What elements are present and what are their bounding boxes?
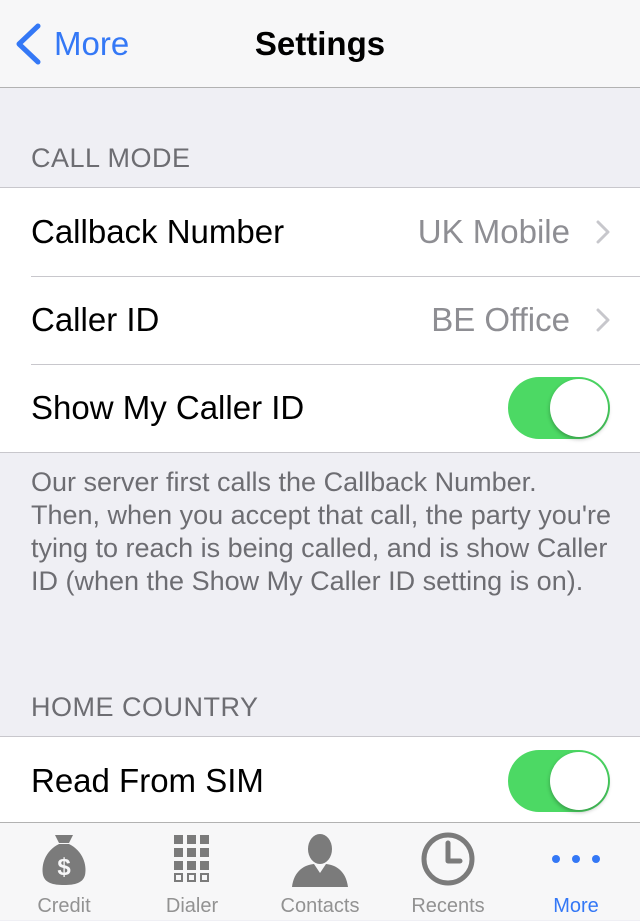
tab-credit[interactable]: $ Credit [0,823,128,921]
chevron-right-icon [596,220,610,244]
home-country-group: Read From SIM [0,736,640,826]
tab-label: Recents [411,895,485,917]
chevron-right-icon [596,308,610,332]
tab-dialer[interactable]: Dialer [128,823,256,921]
keypad-icon [174,835,209,882]
svg-text:$: $ [57,854,71,881]
tab-label: Contacts [280,895,360,917]
chevron-left-icon [16,23,41,65]
section-header-home-country: HOME COUNTRY [31,692,259,722]
toggle-knob [550,752,608,810]
tab-label: Dialer [165,895,219,917]
row-caller-id[interactable]: Caller ID BE Office [0,276,640,364]
row-callback-number[interactable]: Callback Number UK Mobile [0,188,640,276]
row-value: BE Office [431,301,570,338]
row-label: Callback Number [31,213,285,250]
read-from-sim-toggle[interactable] [508,750,610,812]
navigation-bar: More Settings [0,0,640,88]
row-value: UK Mobile [417,213,570,250]
row-label: Read From SIM [31,762,264,799]
clock-icon [421,832,475,886]
row-read-from-sim: Read From SIM [0,737,640,825]
tab-contacts[interactable]: Contacts [256,823,384,921]
row-label: Show My Caller ID [31,389,305,426]
money-bag-icon: $ [42,835,86,885]
tab-label: More [553,895,599,917]
row-label: Caller ID [31,301,160,338]
call-mode-footer-note: Our server first calls the Callback Numb… [31,467,611,596]
tab-more[interactable]: More [512,823,640,921]
tab-label: Credit [37,895,91,917]
more-dots-icon [552,855,600,863]
person-icon [292,834,348,887]
section-header-call-mode: CALL MODE [31,143,191,173]
tab-bar: $ Credit Dialer Contacts Recents More [0,822,640,920]
tab-recents[interactable]: Recents [384,823,512,921]
call-mode-group: Callback Number UK Mobile Caller ID BE O… [0,187,640,453]
row-show-my-caller-id: Show My Caller ID [0,364,640,452]
back-button-label: More [54,25,130,62]
back-button[interactable]: More [14,0,129,88]
show-caller-id-toggle[interactable] [508,377,610,439]
toggle-knob [550,379,608,437]
